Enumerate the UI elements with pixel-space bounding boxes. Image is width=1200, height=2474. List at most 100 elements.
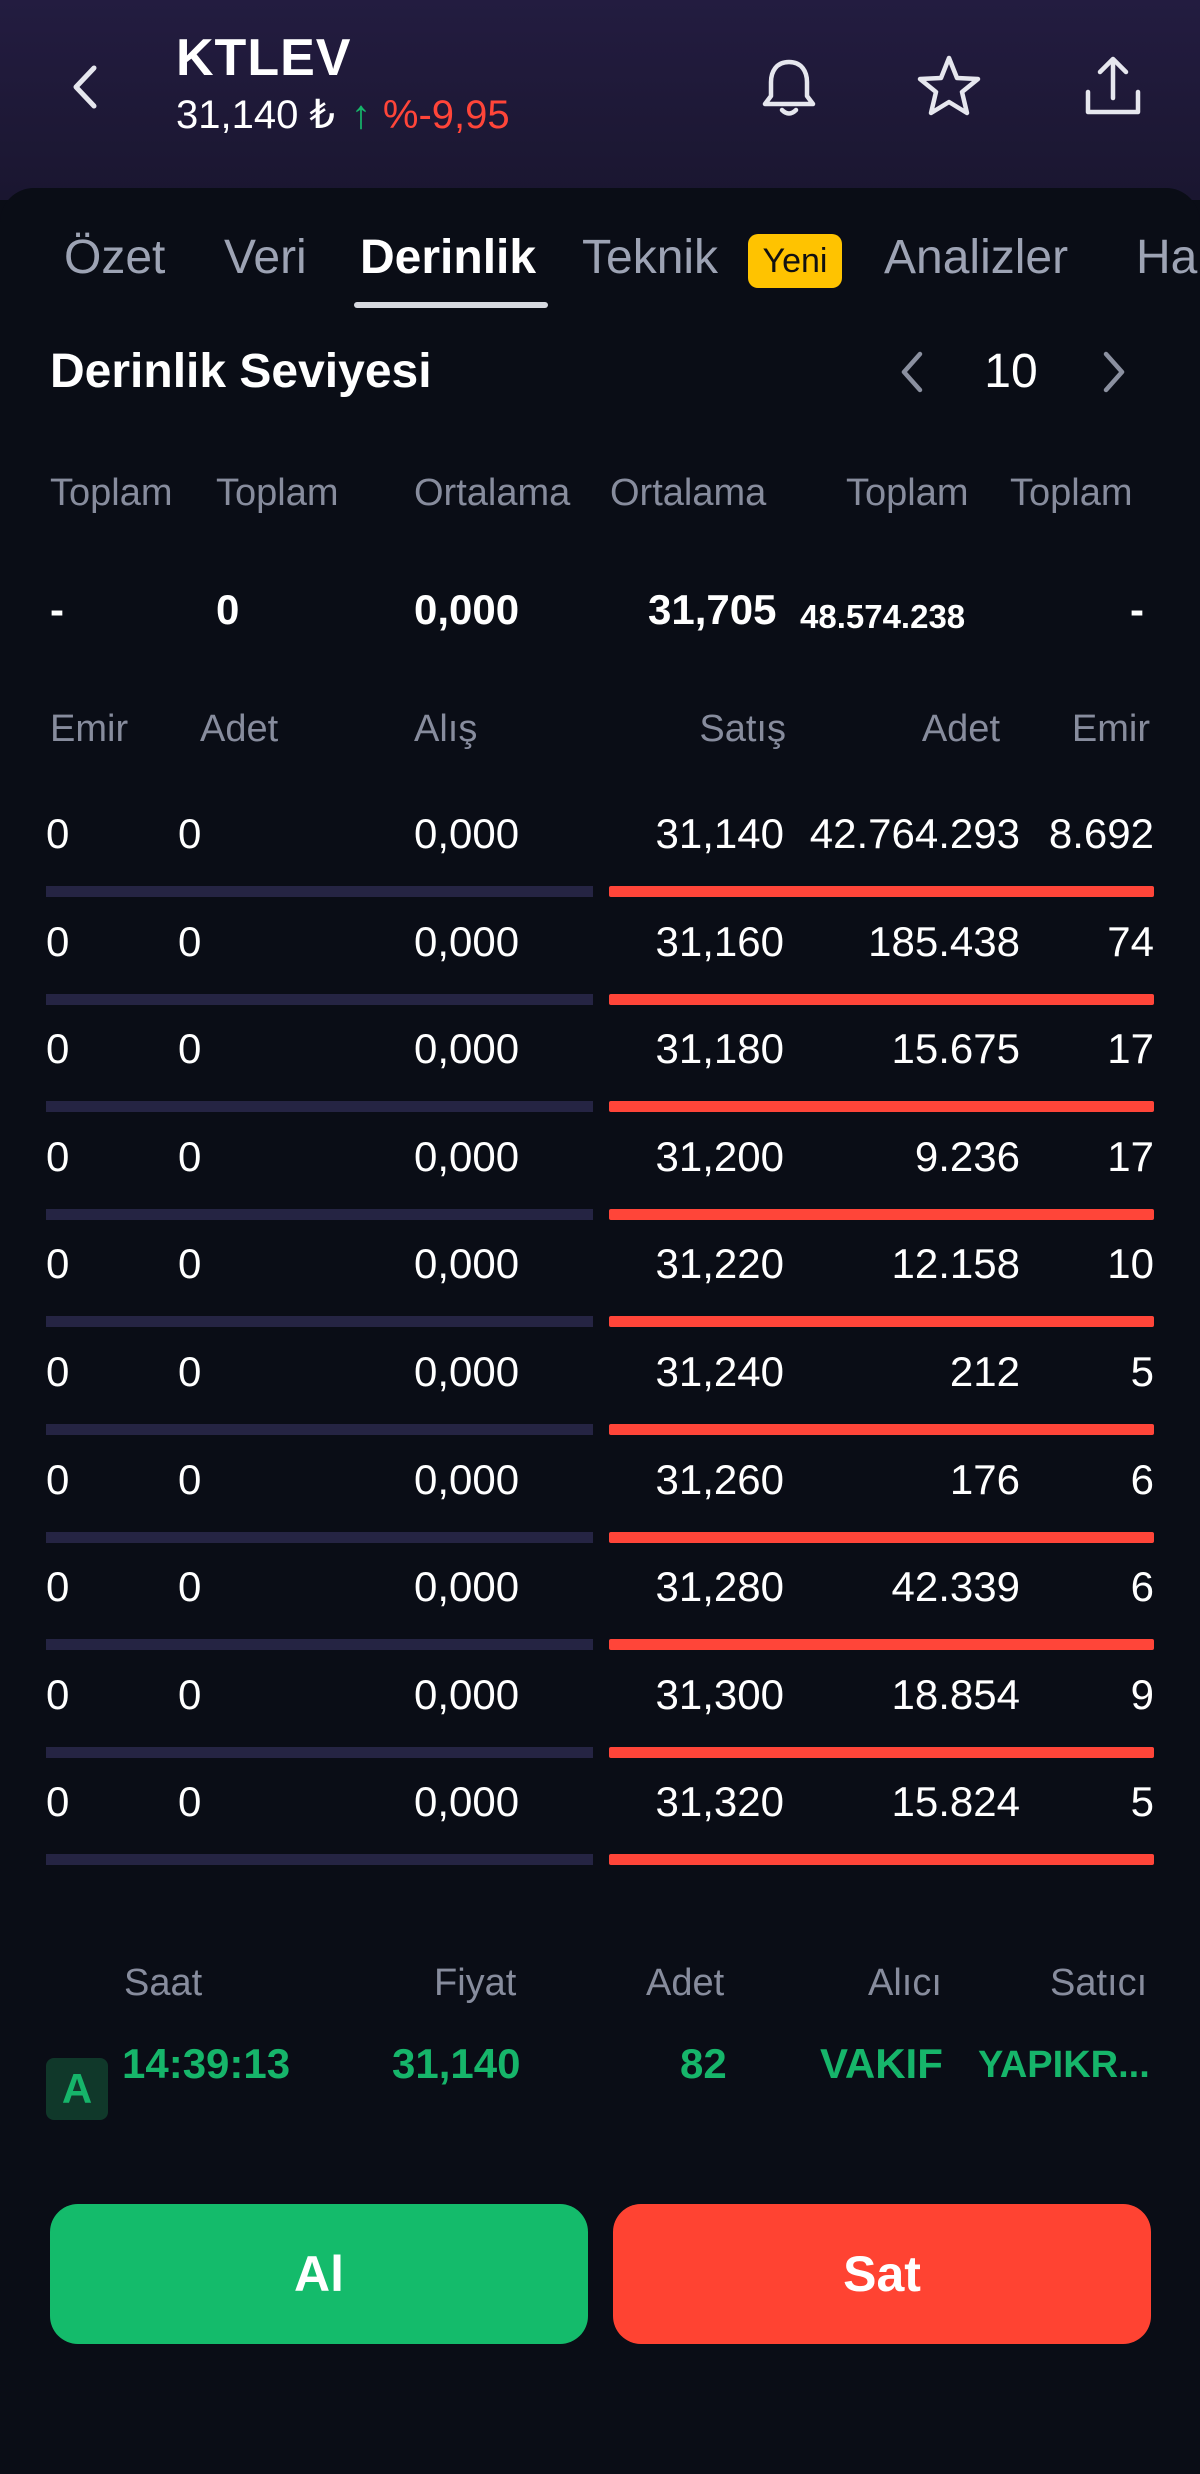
sell-qty: 15.824 <box>891 1778 1020 1826</box>
sell-orders: 6 <box>1130 1455 1154 1503</box>
trade-col-header: Adet <box>646 1962 725 2004</box>
tab-haberler[interactable]: Ha <box>1136 228 1197 288</box>
buy-orders: 0 <box>46 1670 70 1718</box>
ask-price: 31,200 <box>655 1132 784 1180</box>
ask-price: 31,220 <box>655 1240 784 1288</box>
summary-value: 31,705 <box>648 586 777 633</box>
share-icon <box>1085 56 1141 115</box>
sell-qty: 42.339 <box>891 1563 1020 1611</box>
sell-orders: 10 <box>1107 1240 1154 1288</box>
level-next-button[interactable] <box>1094 344 1134 400</box>
buy-qty: 0 <box>178 810 202 857</box>
sell-depth-bar <box>609 1531 1154 1543</box>
summary-header: Ortalama <box>414 472 571 514</box>
col-header: Adet <box>921 708 1000 750</box>
back-button[interactable] <box>62 62 112 112</box>
change-percent: %-9,95 <box>382 93 510 137</box>
buy-depth-bar <box>46 1639 593 1651</box>
sell-depth-bar <box>609 993 1154 1005</box>
ask-price: 31,140 <box>655 810 784 857</box>
trade-col-header: Satıcı <box>1050 1962 1148 2004</box>
buy-qty: 0 <box>178 1025 202 1073</box>
col-header: Emir <box>1071 708 1150 750</box>
depth-level-value: 10 <box>984 345 1038 398</box>
active-tab-indicator <box>354 302 548 308</box>
bid-price: 0,000 <box>414 810 520 857</box>
buy-qty: 0 <box>178 1778 202 1826</box>
sell-qty: 185.438 <box>868 917 1020 965</box>
chevron-left-icon <box>901 351 923 393</box>
sell-qty: 15.675 <box>891 1025 1020 1073</box>
trade-buyer: VAKIF <box>820 2040 943 2087</box>
summary-header: Toplam <box>216 472 339 514</box>
sell-button[interactable]: Sat <box>613 2204 1151 2344</box>
summary-header: Toplam <box>1010 472 1133 514</box>
last-price: 31,140 ₺ <box>176 93 335 137</box>
buy-depth-bar <box>46 1208 593 1220</box>
price-line: 31,140 ₺ ↑ %-9,95 <box>176 92 510 138</box>
trade-side-badge: A <box>46 2058 108 2120</box>
tab-bar: Özet Veri Derinlik Teknik Analizler Ha <box>0 228 1200 318</box>
summary-value: 48.574.238 <box>800 598 966 635</box>
buy-qty: 0 <box>178 1670 202 1718</box>
buy-qty: 0 <box>178 1132 202 1180</box>
tab-ozet[interactable]: Özet <box>64 228 165 288</box>
sell-orders: 17 <box>1107 1132 1154 1180</box>
share-button[interactable] <box>1078 52 1148 122</box>
buy-depth-bar <box>46 1316 593 1328</box>
sell-orders: 5 <box>1130 1778 1154 1826</box>
sell-depth-bar <box>609 886 1154 897</box>
sell-depth-bar <box>609 1639 1154 1651</box>
tab-analizler[interactable]: Analizler <box>884 228 1068 288</box>
buy-orders: 0 <box>46 1025 70 1073</box>
buy-depth-bar <box>46 1854 593 1866</box>
alarm-button[interactable] <box>754 52 824 122</box>
sell-depth-bar <box>609 1424 1154 1435</box>
level-prev-button[interactable] <box>892 344 932 400</box>
sell-depth-bar <box>609 1316 1154 1328</box>
new-badge: Yeni <box>748 234 842 288</box>
tab-teknik[interactable]: Teknik <box>582 228 718 288</box>
trade-price: 31,140 <box>392 2040 521 2087</box>
col-header: Satış <box>699 708 786 750</box>
ask-price: 31,280 <box>655 1563 784 1611</box>
trade-qty: 82 <box>680 2040 727 2087</box>
ask-price: 31,180 <box>655 1025 784 1073</box>
trade-time: 14:39:13 <box>122 2040 291 2087</box>
summary-header: Ortalama <box>610 472 767 514</box>
star-icon <box>917 55 981 116</box>
trade-col-header: Saat <box>124 1962 203 2004</box>
col-header: Adet <box>200 708 279 750</box>
sell-depth-bar <box>609 1101 1154 1113</box>
buy-qty: 0 <box>178 917 202 965</box>
col-header: Alış <box>414 708 478 750</box>
bid-price: 0,000 <box>414 1240 520 1288</box>
buy-orders: 0 <box>46 1563 70 1611</box>
summary-value: - <box>1130 586 1144 633</box>
tab-derinlik[interactable]: Derinlik <box>360 228 536 288</box>
section-title: Derinlik Seviyesi <box>50 345 432 398</box>
buy-orders: 0 <box>46 1455 70 1503</box>
sell-qty: 9.236 <box>914 1132 1020 1180</box>
sell-depth-bar <box>609 1854 1154 1866</box>
buy-button[interactable]: Al <box>50 2204 588 2344</box>
sell-orders: 5 <box>1130 1348 1154 1395</box>
bid-price: 0,000 <box>414 1455 520 1503</box>
summary-value: 0 <box>216 586 240 633</box>
bid-price: 0,000 <box>414 1348 520 1395</box>
ask-price: 31,160 <box>655 917 784 965</box>
favorite-button[interactable] <box>914 52 984 122</box>
buy-orders: 0 <box>46 810 70 857</box>
ask-price: 31,260 <box>655 1455 784 1503</box>
summary-value: 0,000 <box>414 586 520 633</box>
buy-qty: 0 <box>178 1348 202 1395</box>
bid-price: 0,000 <box>414 1778 520 1826</box>
trade-seller: YAPIKR... <box>978 2044 1150 2086</box>
ticker-symbol: KTLEV <box>176 29 352 87</box>
sell-orders: 8.692 <box>1048 810 1154 857</box>
bid-price: 0,000 <box>414 917 520 965</box>
buy-qty: 0 <box>178 1240 202 1288</box>
tab-veri[interactable]: Veri <box>224 228 307 288</box>
chevron-right-icon <box>1103 351 1125 393</box>
trade-col-header: Alıcı <box>868 1962 942 2004</box>
